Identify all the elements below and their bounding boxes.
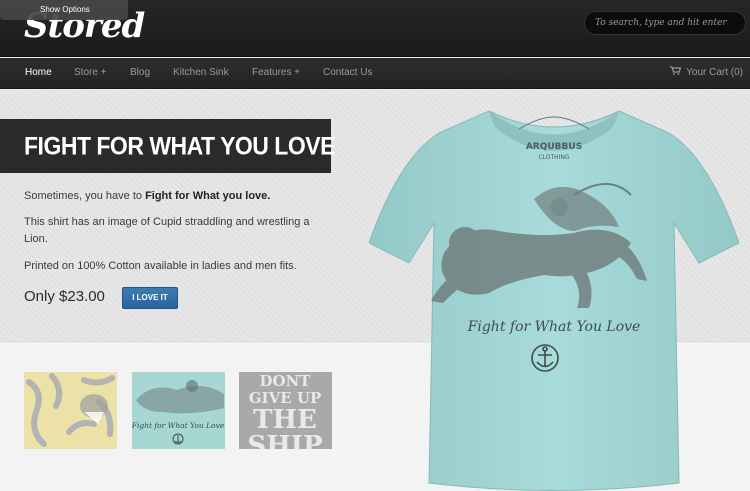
nav-contact-us[interactable]: Contact Us (323, 58, 372, 87)
shirt-slogan: Fight for What You Love (467, 319, 641, 335)
thumbnail-cupid[interactable]: Fight for What You Love (132, 372, 225, 449)
product-intro: Sometimes, you have to Fight for What yo… (24, 190, 271, 202)
svg-text:DONT: DONT (260, 372, 312, 390)
product-title: FIGHT FOR WHAT YOU LOVE (24, 131, 335, 161)
nav-store[interactable]: Store + (74, 58, 107, 87)
main-nav: Home Store + Blog Kitchen Sink Features … (0, 58, 750, 89)
svg-text:CLOTHING: CLOTHING (538, 154, 569, 161)
header: Stored Show Options (0, 0, 750, 57)
product-description: This shirt has an image of Cupid straddl… (24, 216, 310, 245)
thumbnail-tiger[interactable] (24, 372, 117, 449)
cupid-print-image: Fight for What You Love (132, 380, 225, 445)
nav-features[interactable]: Features + (252, 58, 300, 87)
svg-text:ARQUBBUS: ARQUBBUS (526, 142, 582, 152)
show-options-button[interactable]: Show Options (0, 0, 128, 20)
cart-link[interactable]: Your Cart (0) (670, 58, 743, 87)
tiger-print-image (26, 373, 115, 447)
thumbnail-dont-give-up[interactable]: DONT GIVE UP THE SHIP (239, 372, 332, 449)
nav-kitchen-sink[interactable]: Kitchen Sink (173, 58, 229, 87)
nav-home[interactable]: Home (25, 58, 52, 87)
thumbnail-slogan: Fight for What You Love (132, 421, 225, 430)
product-price: Only $23.00 (24, 288, 105, 305)
product-material: Printed on 100% Cotton available in ladi… (24, 260, 297, 272)
nav-blog[interactable]: Blog (130, 58, 150, 87)
search-input[interactable] (584, 11, 746, 35)
i-love-it-button[interactable]: I LOVE IT (122, 287, 178, 309)
cart-label: Your Cart (0) (686, 67, 743, 78)
dont-give-up-print-image: DONT GIVE UP THE SHIP (247, 372, 322, 449)
cart-icon (670, 58, 682, 87)
product-shirt-image: ARQUBBUS CLOTHING Fight for What You Lov… (369, 110, 739, 491)
product-title-bar: FIGHT FOR WHAT YOU LOVE (0, 119, 335, 173)
svg-text:SHIP: SHIP (247, 431, 322, 449)
